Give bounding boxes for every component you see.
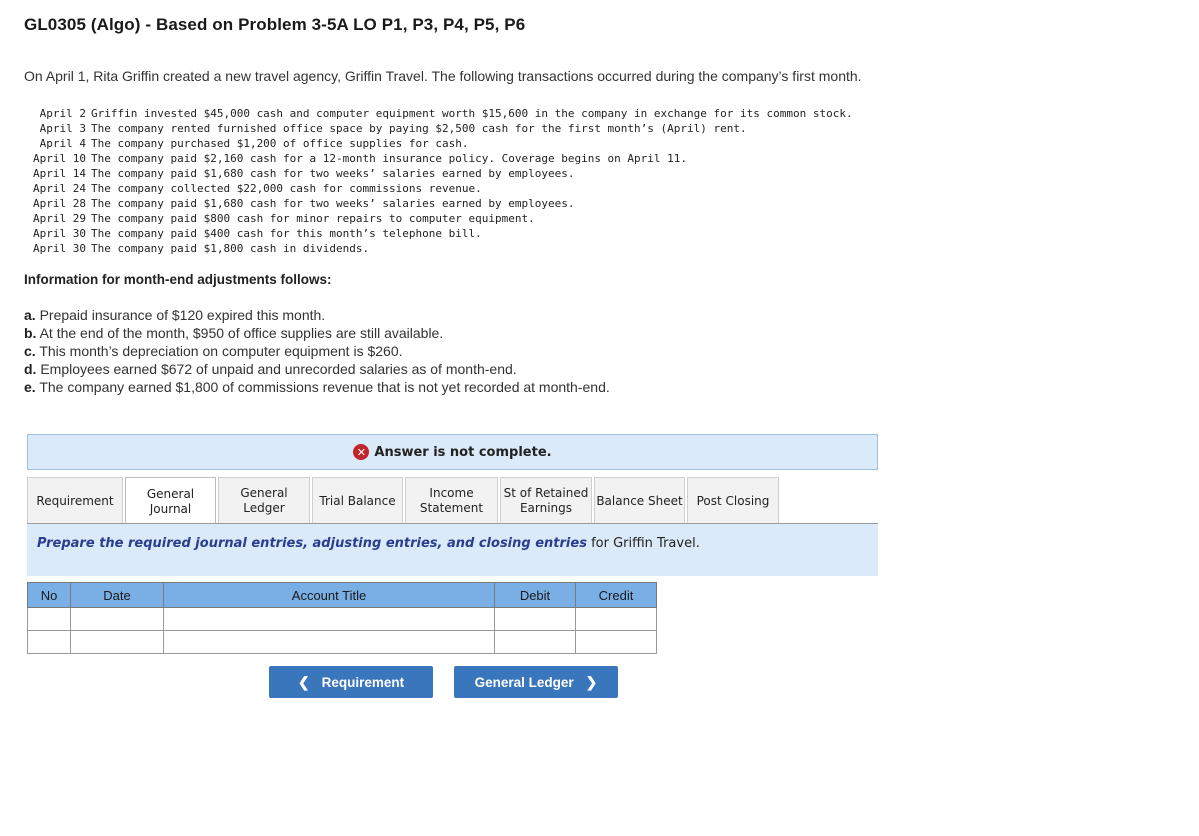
adjustment-text: Prepaid insurance of $120 expired this m…: [35, 307, 326, 323]
cell-debit[interactable]: [494, 607, 576, 631]
prev-button-label: Requirement: [321, 674, 405, 690]
transaction-text: The company rented furnished office spac…: [91, 122, 747, 135]
transaction-text: The company paid $800 cash for minor rep…: [91, 212, 535, 225]
transaction-item: April 14 The company paid $1,680 cash for…: [24, 166, 853, 181]
chevron-right-icon: ❯: [585, 673, 598, 690]
transaction-date: April 29: [33, 212, 86, 225]
tab-general-journal[interactable]: General Journal: [125, 477, 216, 525]
adjustment-item: a. Prepaid insurance of $120 expired thi…: [24, 306, 610, 324]
adjustment-text: Employees earned $672 of unpaid and unre…: [36, 361, 517, 377]
transaction-item: April 10 The company paid $2,160 cash for…: [24, 151, 853, 166]
instruction-text: Prepare the required journal entries, ad…: [37, 536, 700, 551]
cell-account-title[interactable]: [163, 630, 495, 654]
transaction-item: April 29 The company paid $800 cash for m…: [24, 211, 853, 226]
transaction-date: April 14: [33, 167, 86, 180]
transaction-item: April 3 The company rented furnished offi…: [24, 121, 853, 136]
transaction-date: April 30: [33, 242, 86, 255]
transaction-date: April 10: [33, 152, 86, 165]
cell-no[interactable]: [27, 630, 71, 654]
header-no: No: [27, 582, 71, 608]
transaction-date: April 2: [39, 107, 86, 120]
cell-credit[interactable]: [575, 630, 657, 654]
adjustment-text: The company earned $1,800 of commissions…: [35, 379, 610, 395]
adjustment-letter: e.: [24, 379, 36, 395]
transaction-item: April 4 The company purchased $1,200 of o…: [24, 136, 853, 151]
transaction-date: April 30: [33, 227, 86, 240]
journal-header-row: No Date Account Title Debit Credit: [27, 582, 657, 608]
transaction-item: April 24 The company collected $22,000 ca…: [24, 181, 853, 196]
adjustment-letter: b.: [24, 325, 37, 341]
page-title: GL0305 (Algo) - Based on Problem 3-5A LO…: [24, 15, 526, 34]
adjustment-letter: d.: [24, 361, 37, 377]
tab-bar: Requirement General Journal General Ledg…: [27, 477, 781, 525]
transaction-text: The company purchased $1,200 of office s…: [91, 137, 469, 150]
adjustment-letter: a.: [24, 307, 36, 323]
tab-label: Post Closing: [696, 493, 770, 508]
transaction-date: April 28: [33, 197, 86, 210]
transaction-text: The company paid $1,680 cash for two wee…: [91, 167, 575, 180]
tab-label: Balance Sheet: [596, 493, 683, 508]
transaction-text: The company paid $1,800 cash in dividend…: [91, 242, 370, 255]
adjustment-text: At the end of the month, $950 of office …: [36, 325, 444, 341]
adjustment-item: d. Employees earned $672 of unpaid and u…: [24, 360, 610, 378]
instruction-emphasis: Prepare the required journal entries, ad…: [37, 536, 587, 551]
requirement-prev-button[interactable]: ❮ Requirement: [269, 666, 433, 698]
cell-date[interactable]: [70, 630, 164, 654]
answer-status-banner: ✕ Answer is not complete.: [27, 434, 878, 470]
adjustment-letter: c.: [24, 343, 36, 359]
tab-label: St of Retained Earnings: [503, 486, 589, 515]
transaction-item: April 28 The company paid $1,680 cash for…: [24, 196, 853, 211]
adjustments-list: a. Prepaid insurance of $120 expired thi…: [24, 306, 610, 396]
adjustment-item: e. The company earned $1,800 of commissi…: [24, 378, 610, 396]
adjustment-item: c. This month’s depreciation on computer…: [24, 342, 610, 360]
next-button-label: General Ledger: [474, 674, 574, 690]
transaction-text: The company paid $2,160 cash for a 12-mo…: [91, 152, 688, 165]
transaction-date: April 4: [39, 137, 86, 150]
transaction-date: April 3: [39, 122, 86, 135]
cell-account-title[interactable]: [163, 607, 495, 631]
transaction-item: April 30 The company paid $400 cash for t…: [24, 226, 853, 241]
cell-date[interactable]: [70, 607, 164, 631]
error-x-icon: ✕: [353, 444, 370, 460]
transaction-item: April 30 The company paid $1,800 cash in …: [24, 241, 853, 256]
tab-post-closing[interactable]: Post Closing: [687, 477, 779, 524]
tab-balance-sheet[interactable]: Balance Sheet: [594, 477, 685, 524]
chevron-left-icon: ❮: [297, 673, 310, 690]
transaction-text: The company collected $22,000 cash for c…: [91, 182, 482, 195]
header-date: Date: [70, 582, 164, 608]
transaction-text: Griffin invested $45,000 cash and comput…: [91, 107, 853, 120]
tab-label: Trial Balance: [319, 493, 396, 508]
intro-text: On April 1, Rita Griffin created a new t…: [24, 68, 862, 84]
instruction-panel: Prepare the required journal entries, ad…: [27, 524, 878, 576]
cell-credit[interactable]: [575, 607, 657, 631]
tab-income-statement[interactable]: Income Statement: [405, 477, 498, 524]
adjustment-item: b. At the end of the month, $950 of offi…: [24, 324, 610, 342]
tab-label: General Ledger: [240, 486, 288, 515]
header-account-title: Account Title: [163, 582, 495, 608]
instruction-rest: for Griffin Travel.: [586, 536, 700, 551]
tab-trial-balance[interactable]: Trial Balance: [312, 477, 403, 524]
transaction-text: The company paid $400 cash for this mont…: [91, 227, 482, 240]
adjustment-text: This month’s depreciation on computer eq…: [35, 343, 403, 359]
adjustments-heading: Information for month-end adjustments fo…: [24, 272, 332, 287]
answer-status-text: Answer is not complete.: [374, 444, 552, 460]
transaction-text: The company paid $1,680 cash for two wee…: [91, 197, 575, 210]
table-row: [27, 630, 657, 654]
header-credit: Credit: [575, 582, 657, 608]
tab-general-ledger[interactable]: General Ledger: [218, 477, 310, 524]
journal-table: No Date Account Title Debit Credit: [27, 582, 657, 654]
general-ledger-next-button[interactable]: General Ledger ❯: [454, 666, 618, 698]
tab-label: Income Statement: [419, 486, 484, 515]
tab-label: Requirement: [36, 493, 114, 508]
cell-no[interactable]: [27, 607, 71, 631]
transaction-list: April 2 Griffin invested $45,000 cash and…: [24, 106, 853, 256]
transaction-item: April 2 Griffin invested $45,000 cash and…: [24, 106, 853, 121]
tab-st-of-retained-earnings[interactable]: St of Retained Earnings: [500, 477, 592, 524]
table-row: [27, 607, 657, 631]
tab-label: General Journal: [146, 486, 195, 516]
cell-debit[interactable]: [494, 630, 576, 654]
header-debit: Debit: [494, 582, 576, 608]
transaction-date: April 24: [33, 182, 86, 195]
tab-requirement[interactable]: Requirement: [27, 477, 123, 524]
